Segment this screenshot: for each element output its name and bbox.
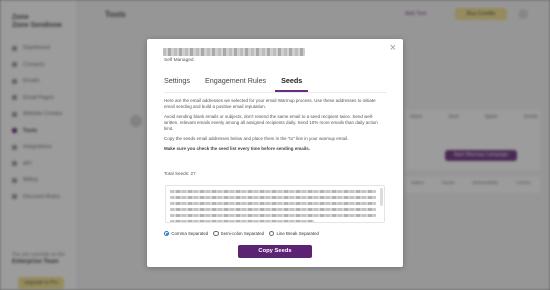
tab-settings[interactable]: Settings xyxy=(164,73,190,92)
tab-seeds[interactable]: Seeds xyxy=(275,73,309,92)
close-icon[interactable]: × xyxy=(390,42,396,54)
modal-subtitle: Self Managed xyxy=(164,57,194,63)
modal-title-redacted xyxy=(163,48,305,56)
seed-line xyxy=(170,190,376,193)
seed-list-warning: Make sure you check the seed list every … xyxy=(164,146,311,151)
seed-list-redacted xyxy=(170,190,376,222)
instruction-paragraph: Here are the email addresses we selected… xyxy=(164,98,376,109)
radio-unchecked[interactable] xyxy=(213,231,219,237)
radio-label: Comma Separated xyxy=(171,231,209,237)
seed-line xyxy=(170,214,376,217)
radio-label: Line Break Separated xyxy=(276,231,319,237)
semicolon-separated-option[interactable]: Semi-colon Separated xyxy=(213,231,265,237)
comma-separated-option[interactable]: Comma Separated xyxy=(164,231,209,237)
seeds-instructions: Here are the email addresses we selected… xyxy=(164,98,386,156)
instruction-paragraph: Copy the seeds email addresses below and… xyxy=(164,136,349,141)
line-break-separated-option[interactable]: Line Break Separated xyxy=(269,231,319,237)
radio-unchecked[interactable] xyxy=(269,231,275,237)
radio-checked[interactable] xyxy=(164,231,170,237)
radio-label: Semi-colon Separated xyxy=(220,231,265,237)
seed-list-scrollbar[interactable] xyxy=(380,188,383,206)
seed-list-box[interactable] xyxy=(165,185,385,223)
tab-engagement-rules[interactable]: Engagement Rules xyxy=(205,73,266,92)
modal-tabs: Settings Engagement Rules Seeds xyxy=(164,73,387,93)
seed-line xyxy=(170,202,376,205)
instruction-paragraph: Avoid sending blank emails or subjects, … xyxy=(164,114,378,131)
seed-line xyxy=(170,208,376,211)
separator-options: Comma Separated Semi-colon Separated Lin… xyxy=(164,231,319,237)
seed-line xyxy=(170,220,315,222)
copy-seeds-button[interactable]: Copy Seeds xyxy=(238,245,312,258)
total-seeds-count: Total Seeds: 27 xyxy=(164,171,196,176)
seeds-modal: × Self Managed Settings Engagement Rules… xyxy=(147,39,403,267)
seed-line xyxy=(170,196,376,199)
